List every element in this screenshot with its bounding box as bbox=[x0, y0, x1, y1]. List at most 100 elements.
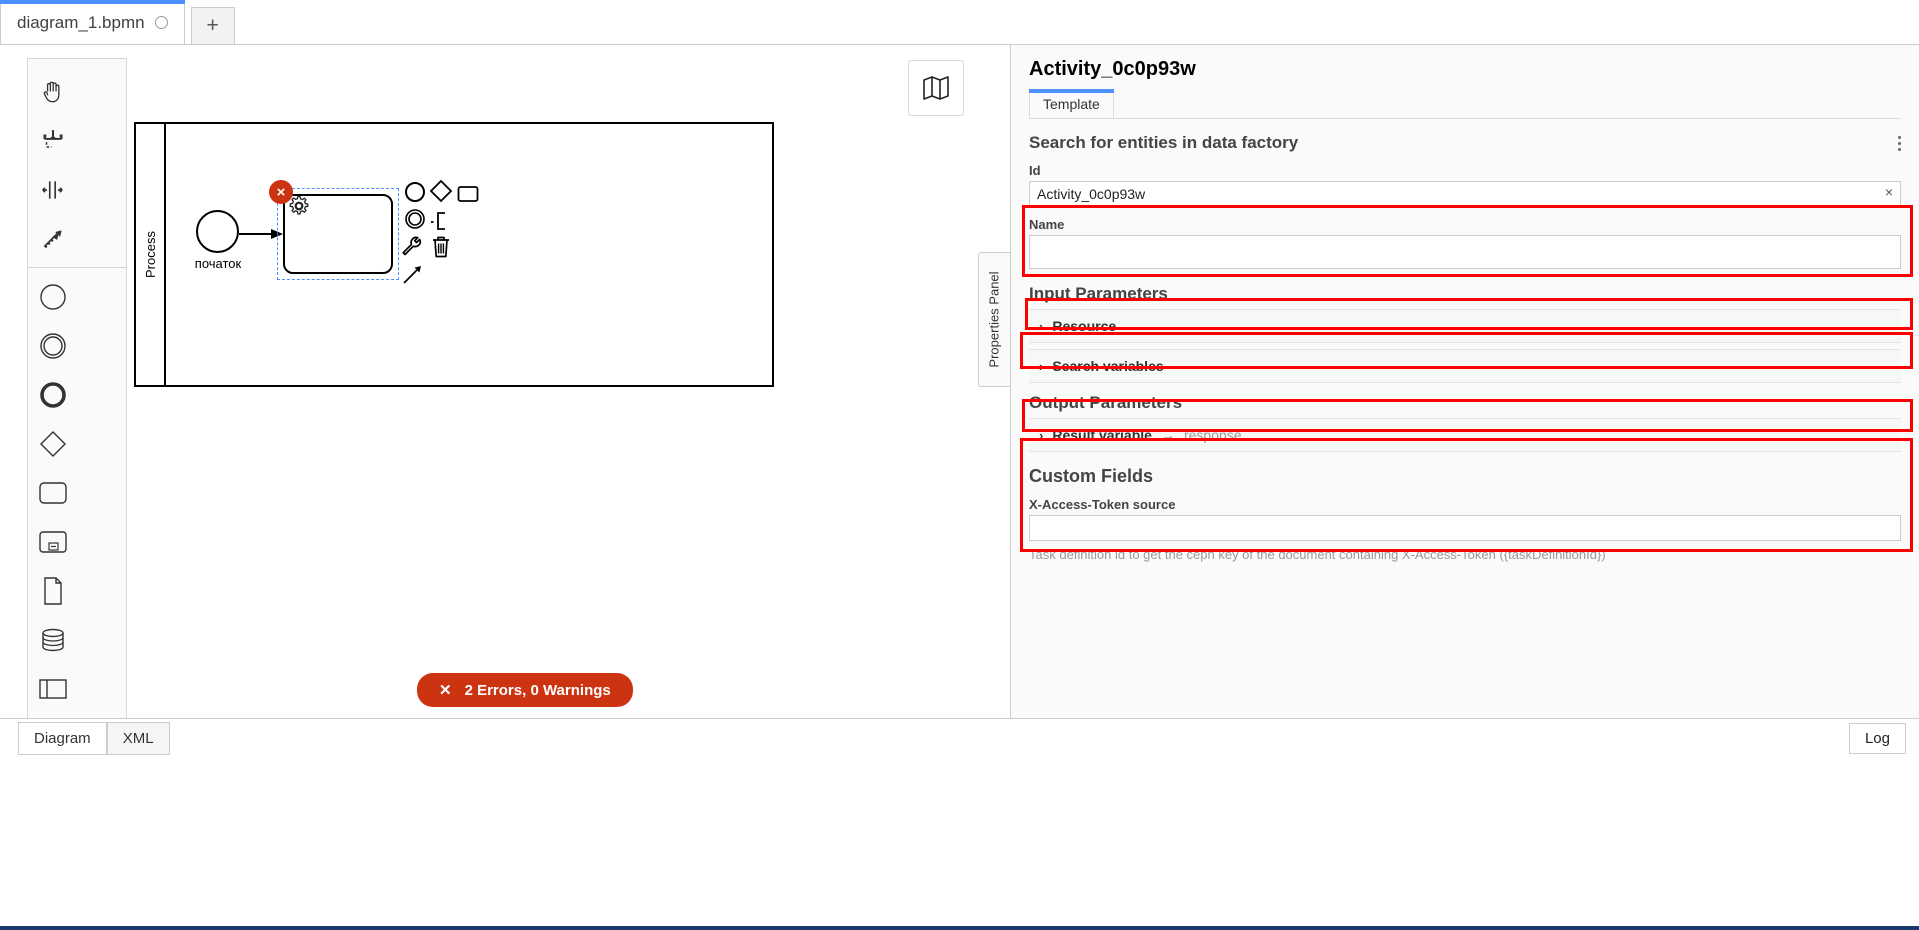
bpmn-palette bbox=[27, 58, 127, 718]
input-param-resource-label: Resource bbox=[1052, 318, 1117, 334]
create-participant-button[interactable] bbox=[28, 664, 78, 713]
log-button[interactable]: Log bbox=[1848, 723, 1906, 754]
gateway-icon bbox=[40, 430, 66, 457]
lasso-tool-icon bbox=[43, 129, 63, 148]
create-data-store-button[interactable] bbox=[28, 615, 78, 664]
start-event-icon bbox=[40, 283, 66, 310]
data-object-icon bbox=[44, 576, 62, 605]
editor-tabbar: diagram_1.bpmn + bbox=[0, 0, 1919, 45]
properties-panel-header: Activity_0c0p93w Template bbox=[1011, 45, 1919, 119]
properties-tabs: Template bbox=[1029, 89, 1901, 119]
x-access-token-field-group: X-Access-Token source bbox=[1011, 492, 1919, 541]
properties-panel: Activity_0c0p93w Template Search for ent… bbox=[1010, 45, 1919, 718]
close-icon[interactable]: ✕ bbox=[439, 681, 452, 699]
page-title: Activity_0c0p93w bbox=[1029, 58, 1196, 80]
participant-icon bbox=[39, 678, 67, 699]
wrench-icon bbox=[402, 236, 422, 256]
clear-id-icon[interactable]: × bbox=[1885, 184, 1893, 200]
context-pad-append-text-annotation[interactable] bbox=[429, 209, 453, 233]
pool-lane-header: Process bbox=[136, 124, 166, 385]
data-store-icon bbox=[42, 628, 64, 651]
pool-label: Process bbox=[142, 231, 158, 278]
id-field-group: Id × bbox=[1011, 161, 1919, 207]
diagram-canvas[interactable]: Process початок × ✕ 2 Errors, 0 Warnings bbox=[0, 45, 1010, 718]
output-param-result-variable-label: Result variable bbox=[1052, 427, 1152, 443]
create-subprocess-button[interactable] bbox=[28, 517, 78, 566]
input-param-search-variables-label: Search variables bbox=[1052, 358, 1164, 374]
append-end-event-icon bbox=[405, 182, 425, 202]
input-param-resource[interactable]: › Resource bbox=[1029, 309, 1901, 343]
end-event-icon bbox=[40, 381, 66, 408]
tab-diagram[interactable]: Diagram bbox=[18, 722, 107, 755]
unsaved-indicator-icon[interactable] bbox=[154, 16, 168, 29]
space-tool-button[interactable] bbox=[28, 165, 78, 214]
output-param-result-variable[interactable]: › Result variable → response bbox=[1029, 418, 1901, 452]
append-gateway-icon bbox=[429, 179, 453, 203]
arrow-right-icon: → bbox=[1160, 427, 1175, 443]
lasso-tool-button[interactable] bbox=[28, 116, 78, 165]
subprocess-icon bbox=[39, 530, 67, 553]
template-group-header: Search for entities in data factory bbox=[1011, 119, 1919, 161]
context-pad-change-type[interactable] bbox=[400, 235, 424, 259]
create-end-event-button[interactable] bbox=[28, 370, 78, 419]
kebab-menu-icon[interactable] bbox=[1898, 135, 1901, 151]
x-access-token-help-text: Task definition id to get the ceph key o… bbox=[1029, 547, 1606, 562]
minimap-toggle-button[interactable] bbox=[908, 60, 964, 116]
hand-tool-button[interactable] bbox=[28, 67, 78, 116]
properties-panel-toggle-label: Properties Panel bbox=[987, 271, 1002, 368]
context-pad-append-task[interactable] bbox=[456, 182, 480, 206]
start-event-label: початок bbox=[194, 256, 242, 271]
hand-tool-icon bbox=[43, 81, 60, 102]
task-icon bbox=[39, 481, 67, 504]
custom-fields-title: Custom Fields bbox=[1029, 466, 1154, 486]
context-pad-append-gateway[interactable] bbox=[429, 179, 453, 203]
properties-panel-toggle[interactable]: Properties Panel bbox=[978, 252, 1010, 387]
palette-divider bbox=[28, 267, 126, 268]
id-input[interactable] bbox=[1029, 181, 1901, 207]
create-start-event-button[interactable] bbox=[28, 272, 78, 321]
bpmn-modeler-window: diagram_1.bpmn + Process початок × ✕ 2 E… bbox=[0, 0, 1919, 930]
chevron-right-icon: › bbox=[1039, 427, 1044, 443]
tab-template[interactable]: Template bbox=[1029, 89, 1114, 118]
context-pad bbox=[400, 179, 483, 290]
x-access-token-input[interactable] bbox=[1029, 515, 1901, 541]
tab-xml[interactable]: XML bbox=[106, 722, 170, 755]
connect-tool-button[interactable] bbox=[28, 214, 78, 263]
service-task-gear-icon bbox=[289, 195, 309, 215]
task-error-badge[interactable]: × bbox=[269, 180, 293, 204]
create-gateway-button[interactable] bbox=[28, 419, 78, 468]
space-tool-icon bbox=[42, 180, 63, 199]
context-pad-delete[interactable] bbox=[429, 235, 453, 259]
append-intermediate-event-icon bbox=[405, 209, 425, 229]
create-data-object-button[interactable] bbox=[28, 566, 78, 615]
x-access-token-label: X-Access-Token source bbox=[1029, 497, 1176, 512]
name-input[interactable] bbox=[1029, 235, 1901, 269]
template-group-title: Search for entities in data factory bbox=[1029, 133, 1299, 152]
name-label: Name bbox=[1029, 217, 1065, 232]
editor-tab-label: diagram_1.bpmn bbox=[17, 12, 145, 32]
id-label: Id bbox=[1029, 163, 1041, 178]
context-pad-connect[interactable] bbox=[401, 262, 425, 286]
map-icon bbox=[923, 76, 949, 100]
bottom-bar: Diagram XML Log bbox=[0, 718, 1919, 930]
context-pad-append-end-event[interactable] bbox=[403, 180, 427, 204]
context-pad-append-intermediate-event[interactable] bbox=[403, 207, 427, 231]
chevron-right-icon: › bbox=[1039, 358, 1044, 374]
editor-tab-diagram1[interactable]: diagram_1.bpmn bbox=[0, 0, 185, 44]
error-banner-label: 2 Errors, 0 Warnings bbox=[464, 681, 611, 699]
intermediate-event-icon bbox=[40, 332, 66, 359]
create-task-button[interactable] bbox=[28, 468, 78, 517]
connect-tool-icon bbox=[43, 229, 62, 248]
validation-error-banner[interactable]: ✕ 2 Errors, 0 Warnings bbox=[417, 673, 633, 707]
new-tab-button[interactable]: + bbox=[190, 7, 235, 44]
bpmn-pool[interactable]: Process початок × bbox=[134, 122, 774, 387]
view-tabs: Diagram XML bbox=[18, 722, 170, 755]
bpmn-start-event[interactable] bbox=[196, 210, 239, 253]
input-parameters-title: Input Parameters bbox=[1029, 284, 1168, 303]
status-strip bbox=[0, 926, 1919, 930]
input-param-search-variables[interactable]: › Search variables bbox=[1029, 349, 1901, 383]
trash-icon bbox=[433, 236, 449, 258]
name-field-group: Name bbox=[1011, 207, 1919, 274]
create-intermediate-event-button[interactable] bbox=[28, 321, 78, 370]
chevron-right-icon: › bbox=[1039, 318, 1044, 334]
